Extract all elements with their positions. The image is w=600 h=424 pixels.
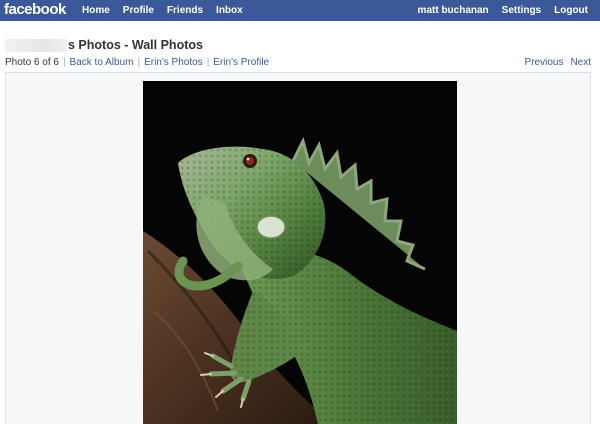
separator: | <box>206 57 210 68</box>
primary-nav: Home Profile Friends Inbox <box>82 0 256 21</box>
nav-logout-link[interactable]: Logout <box>554 5 588 16</box>
page-title: s Photos - Wall Photos <box>68 38 203 52</box>
nav-profile-link[interactable]: Profile <box>123 5 154 16</box>
photo-counter: Photo 6 of 6 <box>5 57 59 68</box>
next-photo-link[interactable]: Next <box>570 57 591 68</box>
nav-user-name-link[interactable]: matt buchanan <box>418 5 489 16</box>
nav-inbox-link[interactable]: Inbox <box>216 5 243 16</box>
account-nav: matt buchanan Settings Logout <box>405 0 588 21</box>
nav-home-link[interactable]: Home <box>82 5 110 16</box>
previous-photo-link[interactable]: Previous <box>525 57 564 68</box>
photo-pager: Previous Next <box>518 57 591 68</box>
nav-settings-link[interactable]: Settings <box>502 5 541 16</box>
photo-toolbar: Photo 6 of 6 | Back to Album | Erin's Ph… <box>5 57 591 71</box>
separator: | <box>62 57 66 68</box>
breadcrumb: Photo 6 of 6 | Back to Album | Erin's Ph… <box>5 57 269 68</box>
top-navigation-bar: facebook Home Profile Friends Inbox matt… <box>0 0 600 21</box>
erins-profile-link[interactable]: Erin's Profile <box>213 57 269 68</box>
redacted-name <box>5 38 67 52</box>
page-header: s Photos - Wall Photos <box>5 36 203 54</box>
separator: | <box>137 57 141 68</box>
iguana-photo-illustration <box>143 81 457 424</box>
nav-friends-link[interactable]: Friends <box>167 5 203 16</box>
back-to-album-link[interactable]: Back to Album <box>70 57 134 68</box>
erins-photos-link[interactable]: Erin's Photos <box>144 57 203 68</box>
iguana-photo[interactable] <box>143 81 457 424</box>
facebook-logo[interactable]: facebook <box>4 1 66 18</box>
